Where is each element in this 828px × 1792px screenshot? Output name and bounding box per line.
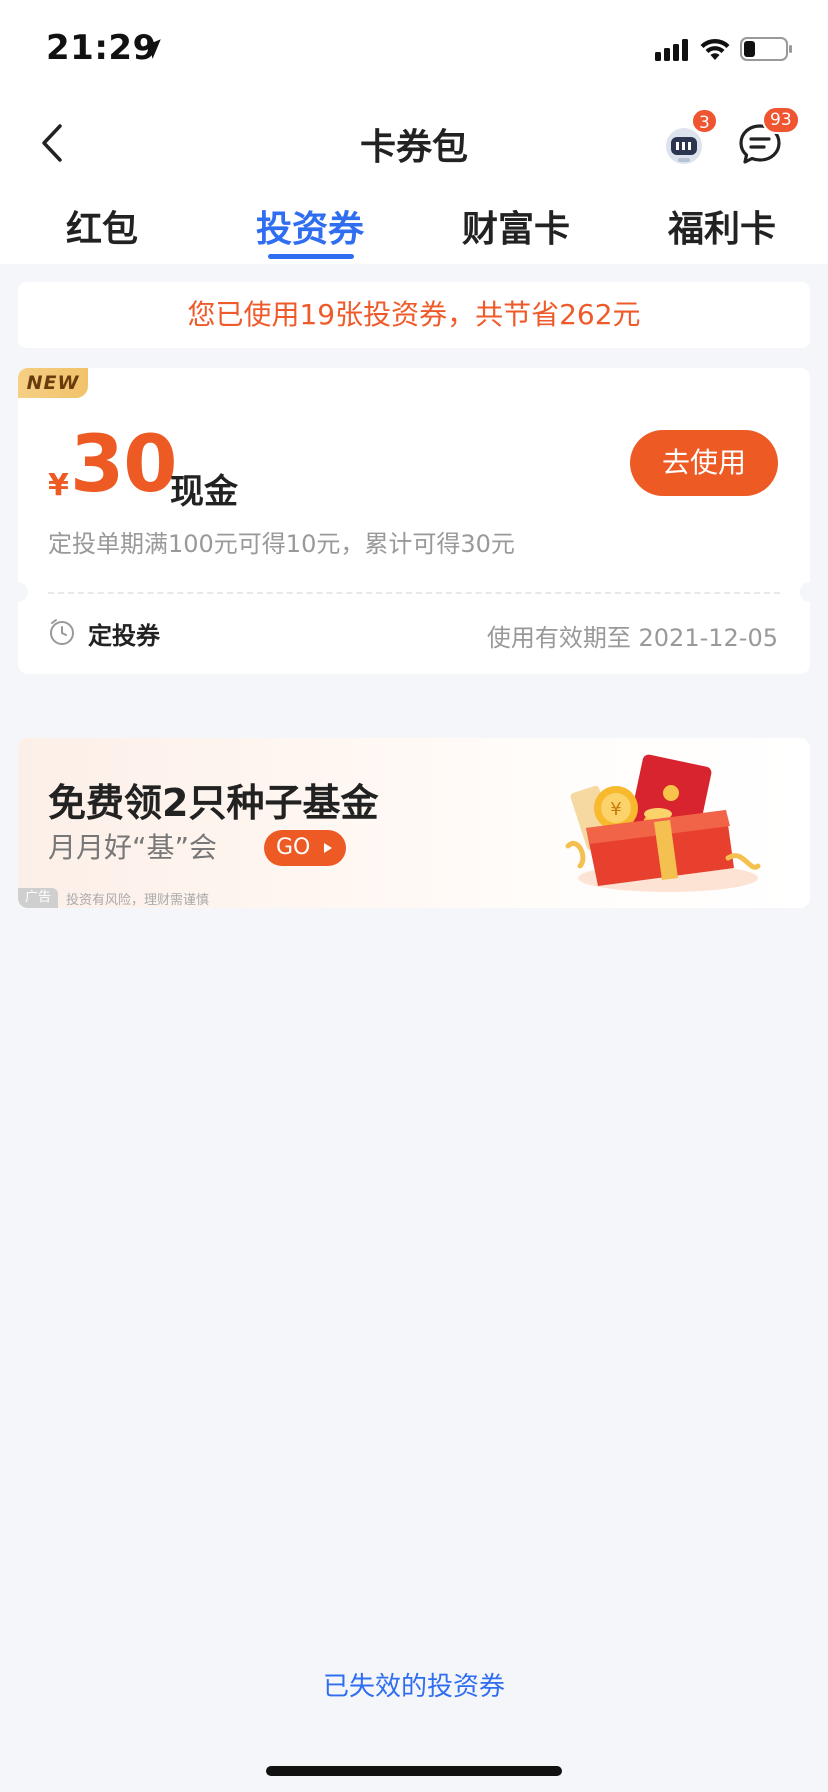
coupon-type-label: 定投券 <box>88 622 160 650</box>
coupon-card[interactable]: NEW ¥ 30 现金 去使用 定投单期满100元可得10元，累计可得30元 定… <box>18 368 810 674</box>
nav-bar: 卡券包 3 93 <box>0 100 828 190</box>
use-coupon-button[interactable]: 去使用 <box>630 430 778 496</box>
location-arrow-icon <box>141 39 161 59</box>
home-indicator[interactable] <box>266 1766 562 1776</box>
message-badge: 93 <box>762 106 800 134</box>
svg-text:¥: ¥ <box>610 799 621 820</box>
expired-coupons-link[interactable]: 已失效的投资券 <box>0 1666 828 1703</box>
new-badge: NEW <box>18 368 88 398</box>
play-arrow-icon <box>324 843 332 853</box>
active-tab-indicator <box>268 254 354 259</box>
gift-box-illustration: ¥ <box>565 754 761 892</box>
tab-investment-coupon[interactable]: 投资券 <box>220 200 400 254</box>
coupon-expiry: 使用有效期至 2021-12-05 <box>486 624 778 652</box>
wifi-icon <box>700 38 730 60</box>
ad-label: 广告 <box>18 888 58 908</box>
card-notch-right <box>800 582 810 602</box>
tab-red-packet[interactable]: 红包 <box>12 200 192 254</box>
cellular-signal-icon <box>655 39 688 61</box>
coupon-unit: 现金 <box>170 472 238 512</box>
tab-welfare-card[interactable]: 福利卡 <box>632 200 812 254</box>
clock-icon <box>50 619 74 645</box>
card-notch-left <box>18 582 28 602</box>
coupon-wallet-page: 21:29 卡券包 3 93 红包 投资券 财富卡 福利卡 您已使用19张投资券… <box>0 0 828 1792</box>
seed-fund-ad-banner[interactable]: 免费领2只种子基金 月月好“基”会 GO ¥ 广告 投资有风险，理财需谨慎 <box>18 738 810 908</box>
battery-icon <box>740 37 792 61</box>
currency-symbol: ¥ <box>48 468 69 503</box>
robot-badge: 3 <box>691 108 718 134</box>
status-bar: 21:29 <box>0 0 828 100</box>
usage-summary-banner: 您已使用19张投资券，共节省262元 <box>18 282 810 348</box>
tab-wealth-card[interactable]: 财富卡 <box>426 200 606 254</box>
ad-subtitle: 月月好“基”会 <box>48 831 218 864</box>
ad-disclaimer: 投资有风险，理财需谨慎 <box>66 893 210 908</box>
coupon-description: 定投单期满100元可得10元，累计可得30元 <box>48 530 515 558</box>
dashed-divider <box>48 592 780 594</box>
ad-title: 免费领2只种子基金 <box>48 781 379 825</box>
coupon-amount: 30 <box>70 420 178 510</box>
category-tabs: 红包 投资券 财富卡 福利卡 <box>0 190 828 264</box>
